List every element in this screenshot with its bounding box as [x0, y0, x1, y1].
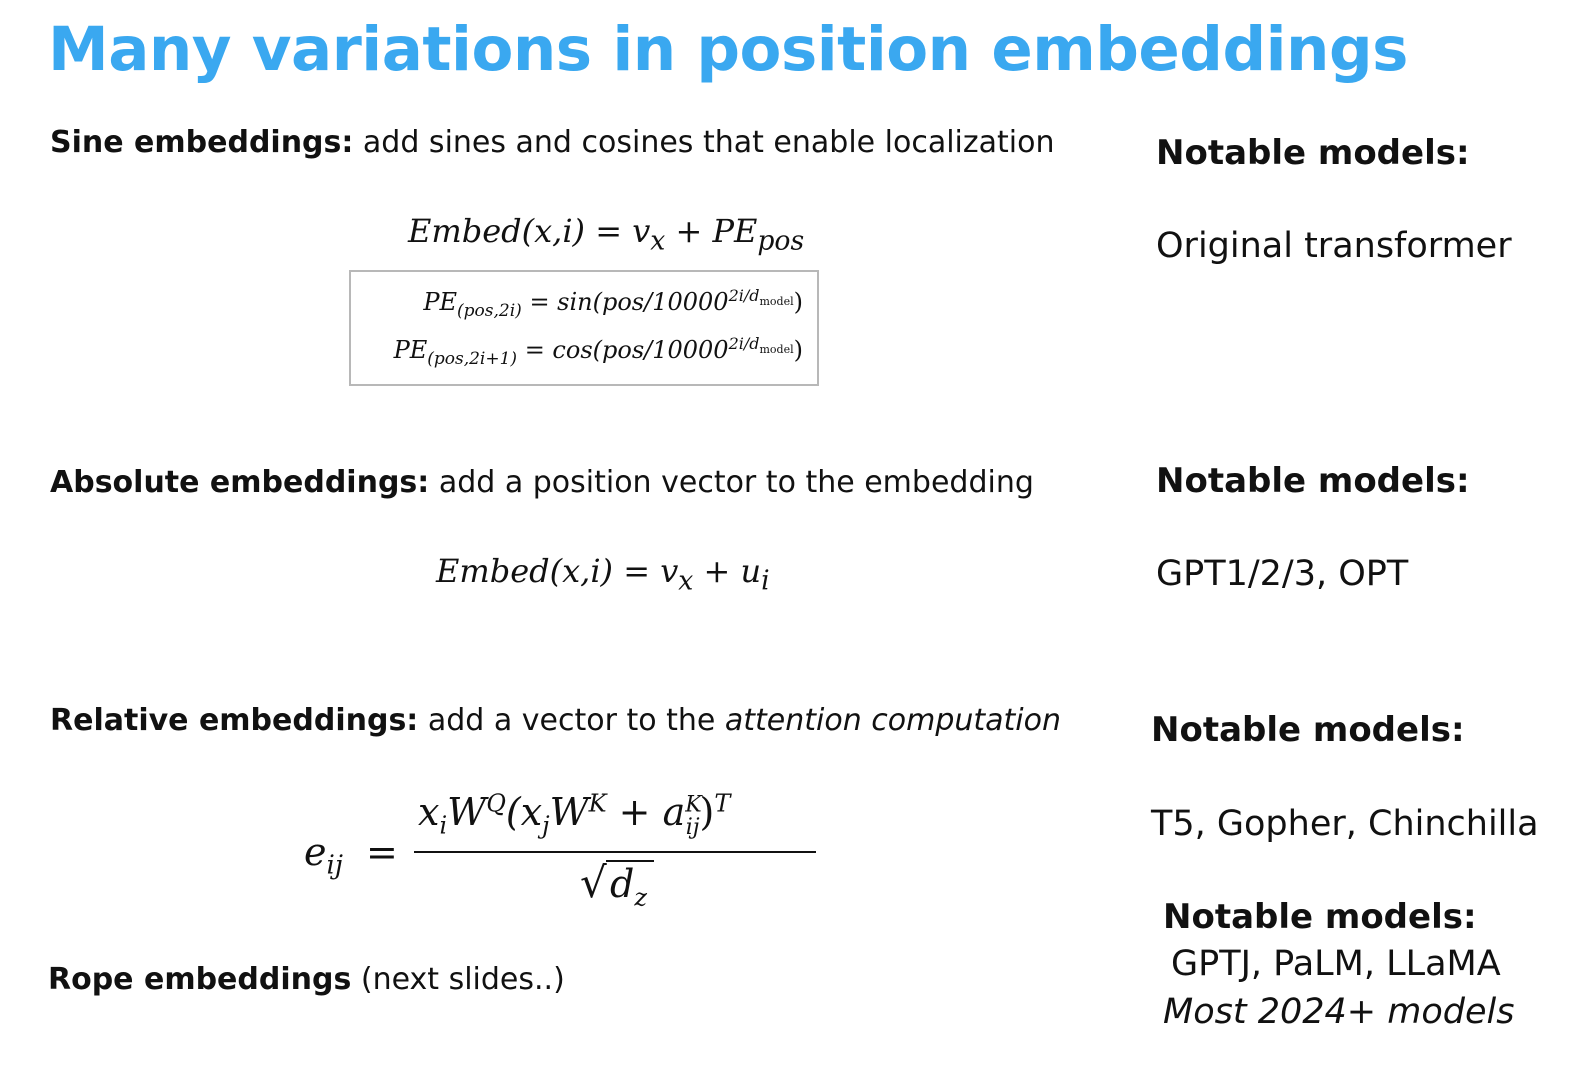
pe1-sub: (pos,2i): [457, 300, 522, 321]
relative-formula-lhs: eij: [304, 830, 343, 879]
den-d: d: [610, 862, 635, 906]
rope-label: Rope embeddings: [48, 962, 352, 997]
num-W2-sup: K: [588, 789, 607, 818]
pe2-close: ): [793, 336, 803, 364]
pe2-rhs: = cos(pos/10000: [517, 336, 729, 364]
pe1-sup: 2i/d: [728, 286, 760, 305]
absolute-formula-u-sub: i: [761, 565, 770, 597]
relative-formula-e-sub: ij: [326, 850, 343, 881]
num-W: W: [447, 790, 487, 834]
pe2-sup-sub: model: [759, 343, 794, 357]
sine-formula-plus: +: [665, 212, 713, 250]
rope-notable-note: Most 2024+ models: [1163, 992, 1515, 1032]
absolute-formula-eq: =: [613, 552, 661, 590]
num-close: ): [699, 790, 715, 834]
den-d-sub: z: [634, 883, 647, 912]
num-x-sub: i: [439, 811, 448, 840]
num-a-sub: ij: [685, 814, 700, 840]
rope-notable-models: GPTJ, PaLM, LLaMA: [1171, 944, 1501, 984]
pe1-lhs: PE: [423, 288, 458, 316]
relative-formula-e: e: [304, 830, 327, 874]
rope-desc: (next slides..): [351, 962, 565, 997]
num-W2: W: [549, 790, 589, 834]
absolute-notable-models: GPT1/2/3, OPT: [1156, 554, 1409, 594]
pe2-sup: 2i/d: [728, 334, 760, 353]
absolute-notable-heading: Notable models:: [1156, 461, 1470, 501]
relative-notable-models: T5, Gopher, Chinchilla: [1151, 804, 1539, 844]
pe1-close: ): [793, 288, 803, 316]
sine-formula-v-sub: x: [650, 225, 666, 257]
relative-desc-pre: add a vector to the: [418, 703, 725, 738]
absolute-formula-v-sub: x: [678, 565, 694, 597]
num-x: x: [418, 790, 440, 834]
slide-title: Many variations in position embeddings: [48, 14, 1408, 85]
num-open: (x: [505, 790, 543, 834]
num-W-sup: Q: [486, 789, 506, 818]
num-T: T: [714, 789, 731, 818]
relative-notable-heading: Notable models:: [1151, 710, 1465, 750]
sine-formula-lhs: Embed(x,i): [408, 212, 586, 250]
sine-formula-pe: PE: [712, 212, 758, 250]
absolute-label: Absolute embeddings:: [50, 465, 430, 500]
pe-formula-box: PE(pos,2i) = sin(pos/100002i/dmodel) PE(…: [349, 270, 819, 386]
relative-section-line: Relative embeddings: add a vector to the…: [50, 703, 1061, 738]
pe-formula-line-1: PE(pos,2i) = sin(pos/100002i/dmodel): [423, 286, 803, 320]
absolute-section-line: Absolute embeddings: add a position vect…: [50, 465, 1034, 500]
sine-desc: add sines and cosines that enable locali…: [353, 125, 1055, 160]
pe-formula-line-2: PE(pos,2i+1) = cos(pos/100002i/dmodel): [393, 334, 803, 368]
absolute-desc: add a position vector to the embedding: [429, 465, 1034, 500]
relative-label: Relative embeddings:: [50, 703, 419, 738]
relative-formula-numerator: xiWQ(xjWK + aKij)T: [418, 789, 731, 838]
num-xj-sub: j: [542, 811, 550, 840]
pe1-sup-sub: model: [759, 295, 794, 309]
absolute-formula-u: u: [740, 552, 762, 590]
relative-desc-italic: attention computation: [724, 703, 1061, 738]
sine-notable-heading: Notable models:: [1156, 133, 1470, 173]
absolute-formula: Embed(x,i) = vx + ui: [436, 552, 770, 594]
relative-fraction-bar: [414, 851, 816, 853]
relative-sqrt-symbol: √: [580, 858, 607, 907]
sine-formula-eq: =: [585, 212, 633, 250]
sine-formula-v: v: [632, 212, 651, 250]
absolute-formula-v: v: [660, 552, 679, 590]
pe1-rhs: = sin(pos/10000: [521, 288, 729, 316]
sine-notable-models: Original transformer: [1156, 226, 1512, 266]
relative-formula-denominator: dz: [610, 862, 647, 910]
sine-formula: Embed(x,i) = vx + PEpos: [408, 212, 804, 254]
rope-section-line: Rope embeddings (next slides..): [48, 962, 565, 997]
sine-section-line: Sine embeddings: add sines and cosines t…: [50, 125, 1054, 160]
rope-notable-heading: Notable models:: [1163, 897, 1477, 937]
pe2-sub: (pos,2i+1): [427, 348, 518, 369]
absolute-formula-lhs: Embed(x,i): [436, 552, 614, 590]
sine-formula-pe-sub: pos: [757, 225, 805, 257]
sine-label: Sine embeddings:: [50, 125, 354, 160]
pe2-lhs: PE: [393, 336, 428, 364]
num-plus-a: + a: [606, 790, 686, 834]
absolute-formula-plus: +: [693, 552, 741, 590]
relative-formula-eq: =: [366, 830, 398, 874]
